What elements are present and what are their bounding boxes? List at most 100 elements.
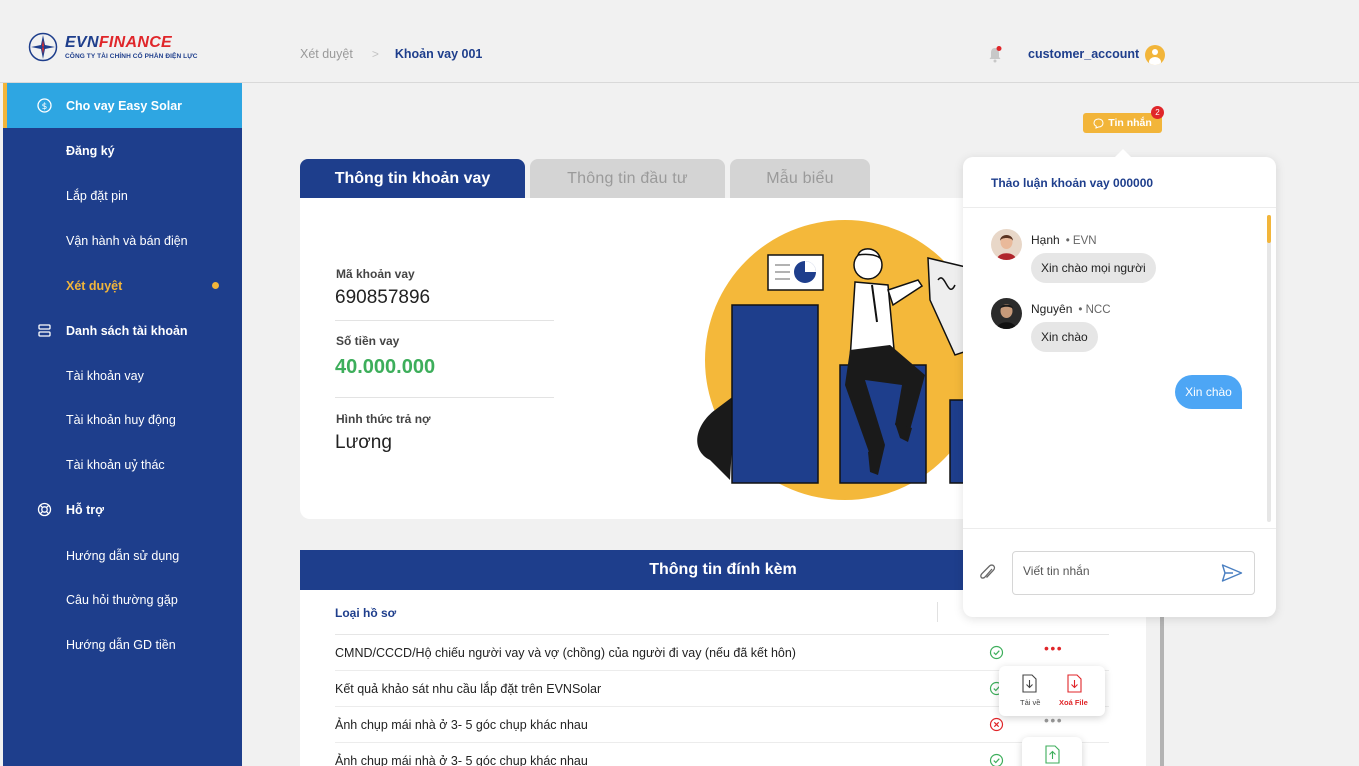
- sidebar-item-label: Vận hành và bán điện: [66, 233, 188, 248]
- sidebar-item-accounts[interactable]: Danh sách tài khoản: [3, 308, 242, 353]
- more-options-icon[interactable]: •••: [1044, 641, 1063, 655]
- loan-illustration: [697, 220, 980, 500]
- sidebar-item-register[interactable]: Đăng ký: [3, 128, 242, 173]
- chat-title: Thảo luận khoản vay 000000: [991, 176, 1154, 190]
- download-label[interactable]: Tải về: [1020, 698, 1040, 707]
- chevron-right-icon: >: [371, 47, 379, 61]
- svg-text:$: $: [42, 102, 48, 112]
- repayment-method-label: Hình thức trả nợ: [336, 412, 431, 426]
- sidebar-item-label: Hướng dẫn GD tiền: [66, 637, 176, 652]
- username[interactable]: customer_account: [1028, 47, 1139, 61]
- upload-file-icon[interactable]: [1044, 745, 1061, 764]
- chat-panel: Thảo luận khoản vay 000000 Hạnh • EVN Xin…: [963, 149, 1276, 617]
- document-name: CMND/CCCD/Hộ chiếu người vay và vợ (chồn…: [335, 646, 796, 660]
- avatar: [991, 298, 1022, 329]
- document-name: Kết quả khảo sát nhu cầu lắp đặt trên EV…: [335, 682, 602, 696]
- download-file-icon[interactable]: [1021, 674, 1038, 693]
- repayment-method-value: Lương: [335, 432, 392, 453]
- sidebar-item-label: Đăng ký: [66, 143, 115, 158]
- loan-amount-label: Số tiền vay: [336, 334, 400, 348]
- sidebar-item-label: Xét duyệt: [66, 278, 123, 293]
- top-header: EVNFINANCE CÔNG TY TÀI CHÍNH CỔ PHẦN ĐIỆ…: [0, 0, 1359, 83]
- sidebar-item-user-guide[interactable]: Hướng dẫn sử dụng: [3, 533, 242, 578]
- my-message-bubble: Xin chào: [1175, 375, 1242, 409]
- messages-button[interactable]: Tin nhắn: [1083, 113, 1162, 133]
- tab-investment-info[interactable]: Thông tin đầu tư: [530, 159, 725, 198]
- brand-accent: FINANCE: [98, 33, 173, 51]
- list-icon: [38, 324, 51, 337]
- loan-id-value: 690857896: [335, 287, 431, 308]
- lifebuoy-icon: [37, 502, 52, 517]
- sidebar-item-label: Cho vay Easy Solar: [66, 98, 183, 113]
- user-avatar[interactable]: [1145, 45, 1165, 65]
- brand-main: EVN: [65, 33, 99, 51]
- column-divider: [937, 602, 938, 622]
- sidebar-item-loan-account[interactable]: Tài khoản vay: [3, 353, 242, 398]
- table-row: CMND/CCCD/Hộ chiếu người vay và vợ (chồn…: [335, 635, 1109, 671]
- sidebar-item-trust-account[interactable]: Tài khoản uỷ thác: [3, 442, 242, 487]
- sidebar-item-install[interactable]: Lắp đặt pin: [3, 173, 242, 218]
- delete-file-icon[interactable]: [1066, 674, 1083, 693]
- sender-name: Nguyên: [1031, 302, 1073, 316]
- divider: [963, 528, 1276, 529]
- company-logo[interactable]: EVNFINANCE CÔNG TY TÀI CHÍNH CỔ PHẦN ĐIỆ…: [28, 32, 198, 62]
- message-bubble: Xin chào: [1031, 322, 1098, 352]
- breadcrumb-item-current: Khoản vay 001: [394, 47, 483, 61]
- sidebar-item-label: Lắp đặt pin: [66, 188, 128, 203]
- sidebar: $ Cho vay Easy Solar Đăng ký Lắp đặt pin…: [3, 83, 242, 766]
- breadcrumb: Xét duyệt > Khoản vay 001: [300, 47, 482, 61]
- sidebar-item-easy-solar[interactable]: $ Cho vay Easy Solar: [3, 83, 242, 128]
- loan-id-label: Mã khoản vay: [336, 267, 415, 281]
- tab-loan-info[interactable]: Thông tin khoản vay: [300, 159, 525, 198]
- message-input-box[interactable]: [1012, 551, 1255, 595]
- active-indicator-dot: [212, 282, 219, 289]
- message-input[interactable]: [1023, 564, 1213, 578]
- divider: [963, 207, 1276, 208]
- check-circle-icon: [989, 645, 1004, 660]
- sidebar-item-money-guide[interactable]: Hướng dẫn GD tiền: [3, 622, 242, 667]
- file-actions-menu: Tải về Xoá File: [999, 666, 1105, 716]
- sidebar-item-support[interactable]: Hỗ trợ: [3, 487, 242, 532]
- evn-logo-icon: [28, 32, 58, 62]
- dollar-circle-icon: $: [37, 98, 52, 113]
- more-options-icon[interactable]: •••: [1044, 713, 1063, 727]
- sidebar-item-operate[interactable]: Vận hành và bán điện: [3, 218, 242, 263]
- messages-button-label: Tin nhắn: [1108, 117, 1152, 129]
- sidebar-item-review[interactable]: Xét duyệt: [3, 263, 242, 308]
- sidebar-item-label: Tài khoản vay: [66, 368, 144, 383]
- table-row: Kết quả khảo sát nhu cầu lắp đặt trên EV…: [335, 671, 1109, 707]
- send-icon[interactable]: [1221, 563, 1243, 583]
- upload-menu: [1022, 737, 1082, 766]
- chat-bubble-icon: [1093, 117, 1104, 129]
- sidebar-item-label: Hỗ trợ: [66, 502, 105, 517]
- sender-org: • NCC: [1078, 304, 1111, 316]
- sidebar-item-faq[interactable]: Câu hỏi thường gặp: [3, 577, 242, 622]
- table-row: Ảnh chụp mái nhà ở 3- 5 góc chụp khác nh…: [335, 707, 1109, 743]
- paperclip-icon[interactable]: [979, 563, 997, 583]
- sidebar-item-deposit-account[interactable]: Tài khoản huy động: [3, 397, 242, 442]
- loan-amount-value: 40.000.000: [335, 356, 436, 378]
- message-bubble: Xin chào mọi người: [1031, 253, 1156, 283]
- document-name: Ảnh chụp mái nhà ở 3- 5 góc chụp khác nh…: [335, 754, 588, 766]
- column-header-document-type: Loại hồ sơ: [335, 606, 397, 620]
- chat-scrollbar[interactable]: [1267, 215, 1271, 522]
- brand-subtitle: CÔNG TY TÀI CHÍNH CỔ PHẦN ĐIỆN LỰC: [65, 52, 198, 60]
- avatar: [991, 229, 1022, 260]
- sidebar-item-label: Hướng dẫn sử dụng: [66, 548, 180, 563]
- delete-label[interactable]: Xoá File: [1059, 698, 1088, 707]
- unread-badge: 2: [1151, 106, 1164, 119]
- sidebar-item-label: Câu hỏi thường gặp: [66, 592, 178, 607]
- chat-scrollbar-thumb[interactable]: [1267, 215, 1271, 243]
- bell-icon[interactable]: [987, 45, 1003, 63]
- check-circle-icon: [989, 753, 1004, 766]
- loan-info-card: Mã khoản vay 690857896 Số tiền vay 40.00…: [300, 198, 980, 519]
- message-sender: Hạnh • EVN: [1031, 233, 1097, 247]
- document-name: Ảnh chụp mái nhà ở 3- 5 góc chụp khác nh…: [335, 718, 588, 732]
- sidebar-item-label: Danh sách tài khoản: [66, 323, 188, 338]
- sidebar-item-label: Tài khoản huy động: [66, 412, 176, 427]
- error-circle-icon: [989, 717, 1004, 732]
- sidebar-item-label: Tài khoản uỷ thác: [66, 457, 165, 472]
- breadcrumb-item-review[interactable]: Xét duyệt: [300, 47, 353, 61]
- tab-forms[interactable]: Mẫu biểu: [730, 159, 870, 198]
- message-sender: Nguyên • NCC: [1031, 302, 1111, 316]
